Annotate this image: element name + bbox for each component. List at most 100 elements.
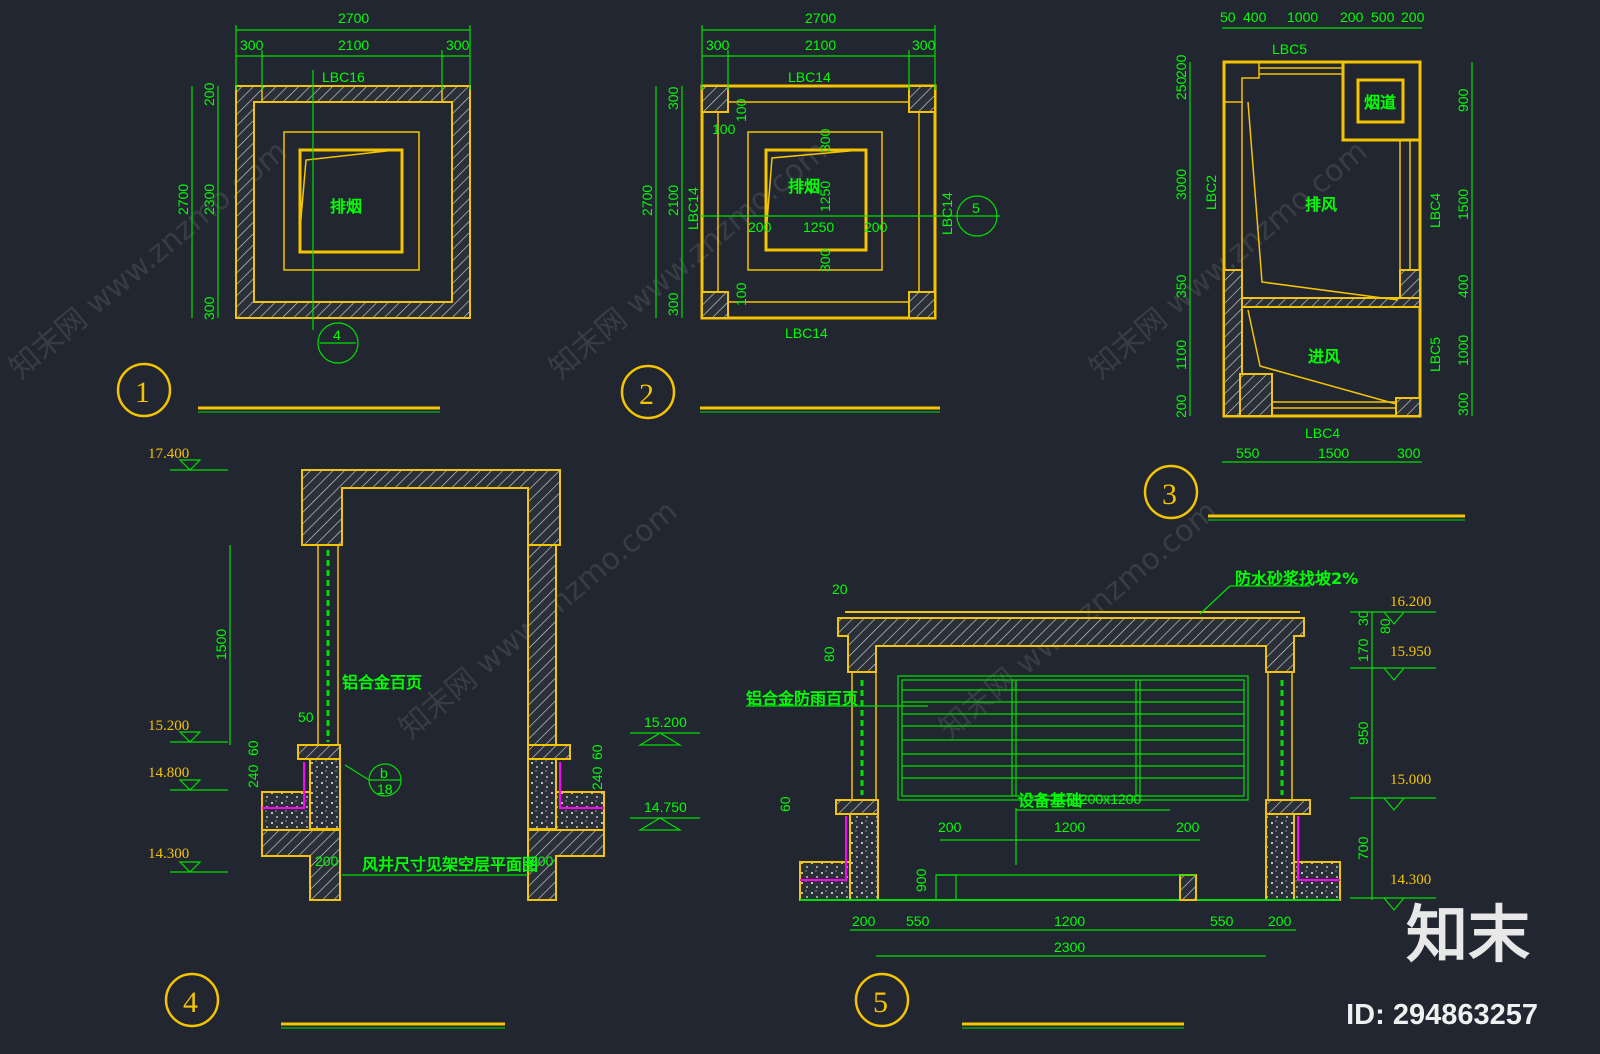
louver-label: 铝合金防雨百页 <box>746 689 858 708</box>
dim: 1000 <box>1455 335 1471 366</box>
dim: 200 <box>530 853 554 869</box>
dim: 200 <box>1173 54 1189 78</box>
dim-total: 2700 <box>338 10 369 26</box>
parapet-and-base <box>261 744 605 901</box>
dim-total: 2300 <box>1054 939 1085 955</box>
roof-note-leader <box>1199 585 1310 615</box>
dim: 2100 <box>805 37 836 53</box>
dim: 900 <box>1455 88 1471 112</box>
dim: 200 <box>201 82 217 106</box>
dim: 2300 <box>201 184 217 215</box>
dim: 300 <box>240 37 264 53</box>
plan-3: 50 400 1000 200 500 200 250 200 3000 350… <box>1143 9 1473 521</box>
dim: 60 <box>777 796 793 812</box>
dim: 950 <box>1355 721 1371 745</box>
dim: 300 <box>1397 445 1421 461</box>
title-underline <box>198 406 440 413</box>
intake-label: 进风 <box>1308 347 1340 366</box>
parapet-and-base <box>799 799 1341 901</box>
beam-label: LBC4 <box>1427 193 1443 228</box>
drawing-number: 3 <box>1162 478 1177 511</box>
side-walls <box>851 672 1293 800</box>
louver-label: 铝合金百页 <box>342 673 422 692</box>
dim: 100 <box>733 282 749 306</box>
roof-slab <box>837 617 1305 673</box>
dim: 2700 <box>639 185 655 216</box>
dim: 300 <box>817 248 833 272</box>
section-5: 铝合金防雨百页 设备基础 1200x1200 防水砂浆找坡2% 20 80 60… <box>746 569 1436 1029</box>
section-ref: 4 <box>333 327 341 343</box>
dim: 300 <box>201 296 217 320</box>
dim: 2700 <box>175 184 191 215</box>
beam-label: LBC14 <box>939 192 955 235</box>
dim: 1000 <box>1287 9 1318 25</box>
drawing-number: 4 <box>183 986 198 1019</box>
section-ref: 5 <box>972 200 980 216</box>
dim: 240 <box>245 764 261 788</box>
flue-line <box>299 149 396 231</box>
dim: 2100 <box>665 185 681 216</box>
dim: 550 <box>1210 913 1234 929</box>
dim: 50 <box>298 709 314 725</box>
room-label: 排烟 <box>330 197 362 216</box>
dim: 300 <box>912 37 936 53</box>
dim: 1100 <box>1173 340 1189 370</box>
dim: 1200 <box>1054 913 1085 929</box>
dim: 1500 <box>1318 445 1349 461</box>
plan-2: 2700 300 2100 300 300 2100 300 2700 LBC1… <box>620 10 1000 420</box>
dim: 1500 <box>213 629 229 660</box>
dim: 200 <box>748 219 772 235</box>
cad-drawing: 知末网 www.znzmo.com 知末网 www.znzmo.com 知末网 … <box>3 9 1473 1029</box>
louver <box>317 545 339 745</box>
dim: 300 <box>1455 392 1471 416</box>
level: 15.950 <box>1390 644 1431 660</box>
equipment-size: 1200x1200 <box>1072 791 1142 807</box>
beam-label: LBC14 <box>685 187 701 230</box>
dim: 300 <box>817 128 833 152</box>
dim-total: 2700 <box>805 10 836 26</box>
detail-ref-marker: b 18 <box>344 763 402 797</box>
dim: 1200 <box>1054 819 1085 835</box>
exhaust-label: 排风 <box>1305 195 1337 214</box>
dim: 200 <box>938 819 962 835</box>
level: 15.000 <box>1390 772 1431 788</box>
beam-label: LBC16 <box>322 69 365 85</box>
level: 16.200 <box>1390 594 1431 610</box>
dim: 200 <box>315 853 339 869</box>
dim: 200 <box>1268 913 1292 929</box>
wall <box>527 544 557 746</box>
dim: 400 <box>1243 9 1267 25</box>
beam-label: LBC2 <box>1203 175 1219 210</box>
dim: 200 <box>1401 9 1425 25</box>
dim: 400 <box>1455 274 1471 298</box>
level: 14.300 <box>148 846 189 862</box>
roof-slab <box>301 469 561 546</box>
detail-ref: 18 <box>377 781 393 797</box>
watermark: 知末网 www.znzmo.com <box>543 134 834 386</box>
image-id: ID: 294863257 <box>1346 999 1538 1031</box>
title-underline <box>281 1022 505 1029</box>
dim: 550 <box>1236 445 1260 461</box>
dim: 100 <box>712 121 736 137</box>
hatched-walls <box>1223 269 1421 417</box>
dim: 60 <box>589 744 605 760</box>
dim: 200 <box>1340 9 1364 25</box>
beam-label: LBC14 <box>785 325 828 341</box>
dim: 1250 <box>803 219 834 235</box>
dim: 200 <box>1176 819 1200 835</box>
dim: 1250 <box>817 181 833 212</box>
drawing-number: 2 <box>639 378 654 411</box>
dim: 300 <box>446 37 470 53</box>
dim: 200 <box>864 219 888 235</box>
roof-note: 防水砂浆找坡2% <box>1235 569 1358 588</box>
dim: 200 <box>1173 394 1189 418</box>
level: 15.200 <box>644 714 687 730</box>
note: 风井尺寸见架空层平面图 <box>362 855 538 874</box>
beam-label: LBC5 <box>1272 41 1307 57</box>
dim: 300 <box>665 292 681 316</box>
dim: 300 <box>665 86 681 110</box>
level: 14.800 <box>148 765 189 781</box>
level-markers: 17.400 15.200 14.800 14.300 15.200 14.75… <box>148 446 700 873</box>
title-underline <box>962 1022 1184 1029</box>
dim: 100 <box>733 98 749 122</box>
